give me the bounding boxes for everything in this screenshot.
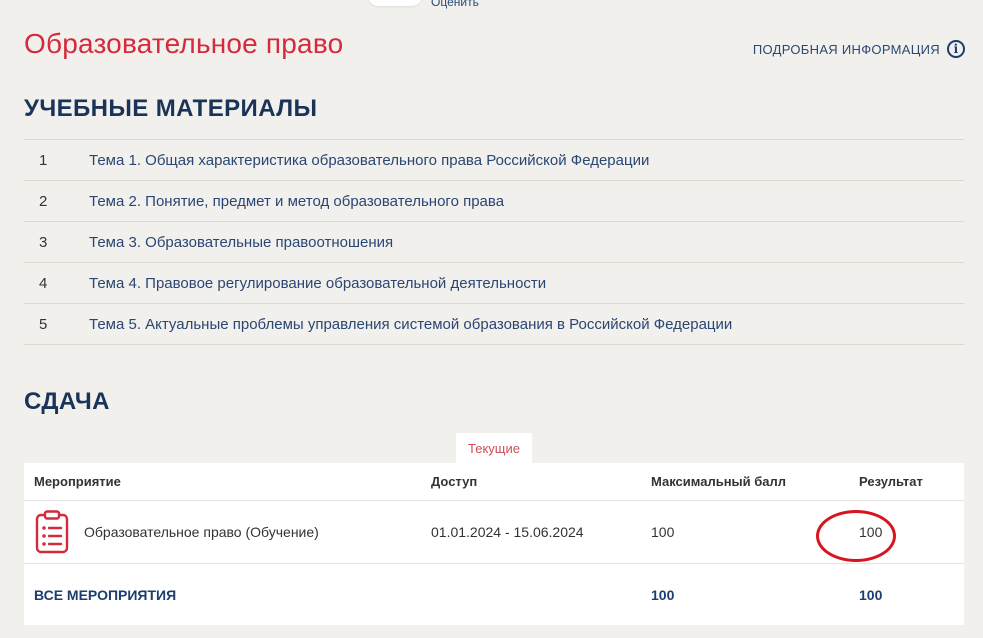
list-item: 2 Тема 2. Понятие, предмет и метод образ… [24,181,964,222]
column-header-access: Доступ [431,463,651,501]
details-link-label: ПОДРОБНАЯ ИНФОРМАЦИЯ [752,41,940,57]
list-item: 3 Тема 3. Образовательные правоотношения [24,222,964,263]
rate-link[interactable]: Оценить [431,0,479,9]
list-item: 1 Тема 1. Общая характеристика образоват… [24,140,964,181]
table-row[interactable]: Образовательное право (Обучение) 01.01.2… [24,500,964,564]
events-table: Мероприятие Доступ Максимальный балл Рез… [24,463,964,625]
materials-list: 1 Тема 1. Общая характеристика образоват… [24,139,964,345]
topic-link[interactable]: Тема 1. Общая характеристика образовател… [89,152,649,169]
tab-current[interactable]: Текущие [456,433,532,463]
page-title: Образовательное право [24,28,344,59]
topic-link[interactable]: Тема 4. Правовое регулирование образоват… [89,275,546,292]
topic-number: 5 [39,315,48,333]
list-item: 5 Тема 5. Актуальные проблемы управления… [24,304,964,345]
rating-thumbnail [367,0,423,6]
column-header-result: Результат [859,463,964,501]
total-result: 100 [859,563,964,625]
list-item: 4 Тема 4. Правовое регулирование образов… [24,263,964,304]
topic-number: 2 [39,192,48,210]
column-header-event: Мероприятие [24,463,431,501]
submission-heading: СДАЧА [24,388,110,415]
max-score: 100 [651,500,859,564]
details-link[interactable]: ПОДРОБНАЯ ИНФОРМАЦИЯ i [753,40,965,58]
table-row-total: ВСЕ МЕРОПРИЯТИЯ 100 100 [24,563,964,625]
topic-number: 1 [39,151,48,169]
result-score: 100 [859,500,964,564]
topic-link[interactable]: Тема 3. Образовательные правоотношения [89,234,393,251]
column-header-max-score: Максимальный балл [651,463,859,501]
topic-link[interactable]: Тема 2. Понятие, предмет и метод образов… [89,193,504,210]
topic-link[interactable]: Тема 5. Актуальные проблемы управления с… [89,316,732,333]
event-name-link[interactable]: Образовательное право (Обучение) [84,524,319,540]
table-header-row: Мероприятие Доступ Максимальный балл Рез… [24,463,964,501]
access-dates: 01.01.2024 - 15.06.2024 [431,500,651,564]
topic-number: 4 [39,274,48,292]
info-icon: i [947,40,965,58]
total-label: ВСЕ МЕРОПРИЯТИЯ [24,563,431,625]
total-max-score: 100 [651,563,859,625]
topic-number: 3 [39,233,48,251]
event-cell: Образовательное право (Обучение) [24,500,431,564]
materials-heading: УЧЕБНЫЕ МАТЕРИАЛЫ [24,95,318,122]
clipboard-list-icon [35,510,69,554]
total-access-empty [431,563,651,625]
